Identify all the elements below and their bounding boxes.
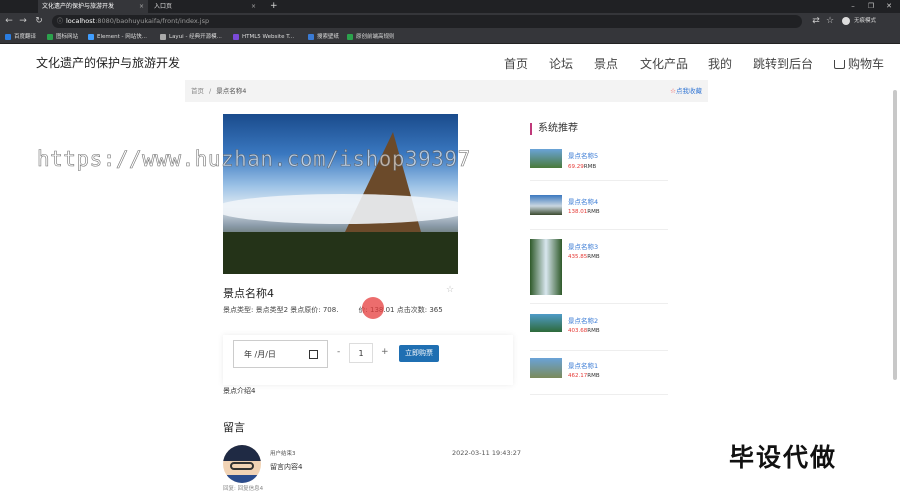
bookmark-item[interactable]: 搜索壁纸 [308,31,339,43]
incognito-profile[interactable]: 无痕模式 [840,15,890,27]
tab-entry-label: 入口页 [154,3,173,10]
nav-mine[interactable]: 我的 [708,55,732,72]
incognito-label: 无痕模式 [854,18,877,24]
tab-pinned[interactable] [0,0,18,13]
comment-text: 留言内容4 [270,463,303,471]
collect-button[interactable]: ☆点我收藏 [670,80,702,102]
attraction-image [223,114,458,274]
tab-site[interactable]: 文化遗产的保护与旅游开发 × [38,0,148,13]
recommend-title: 系统推荐 [530,123,578,135]
translate-icon[interactable]: ⇄ [810,13,822,30]
recommend-thumbnail [530,358,562,378]
nav-home[interactable]: 首页 [504,55,528,72]
nav-attractions[interactable]: 景点 [594,55,618,72]
close-window-button[interactable]: ✕ [882,0,896,13]
tab-pinned-2[interactable] [18,0,36,13]
bookmark-item[interactable]: HTML5 Website T... [233,31,294,43]
quantity-increase-button[interactable]: + [381,347,389,357]
mouse-cursor-highlight [362,297,384,319]
breadcrumb-home[interactable]: 首页 [191,87,204,95]
site-title[interactable]: 文化遗产的保护与旅游开发 [36,54,180,71]
recommend-price: 138.01RMB [568,209,600,215]
recommend-item[interactable]: 景点名称3 435.85RMB [530,236,668,304]
bookmark-item[interactable]: 百度翻译 [5,31,36,43]
cloud-shape [223,194,458,224]
recommend-item[interactable]: 景点名称5 69.29RMB [530,146,668,181]
collect-label: 点我收藏 [676,87,702,95]
date-placeholder: 年 /月/日 [244,350,276,359]
url-input[interactable]: ⓘ localhost:8080/baohuyukaifa/front/inde… [52,15,802,28]
recommend-thumbnail [530,239,562,295]
reload-icon[interactable]: ↻ [33,13,45,30]
date-input[interactable]: 年 /月/日 [233,340,328,368]
comment-time: 2022-03-11 19:43:27 [452,449,522,457]
nav-culture-products[interactable]: 文化产品 [640,55,688,72]
comment-user: 用户结束3 [270,451,296,457]
recommend-name[interactable]: 景点名称2 [568,315,598,325]
recommend-price: 69.29RMB [568,164,597,170]
recommend-price: 435.85RMB [568,254,600,260]
restore-button[interactable]: ❐ [864,0,878,13]
recommend-thumbnail [530,314,562,332]
bookmark-item[interactable]: Layui - 经典开源模... [160,31,222,43]
comments-title: 留言 [223,421,245,434]
comment-reply: 回复: 回复信息4 [223,486,264,492]
recommend-name[interactable]: 景点名称1 [568,360,598,370]
recommend-name[interactable]: 景点名称4 [568,196,598,206]
recommend-item[interactable]: 景点名称4 138.01RMB [530,190,668,230]
buy-ticket-button[interactable]: 立即购票 [399,345,439,362]
bookmark-item[interactable]: 原创前端高规则 [347,31,395,43]
foreground-shape [223,232,458,274]
back-arrow-icon[interactable]: ← [3,13,15,30]
breadcrumb-separator: / [209,87,212,95]
calendar-icon[interactable] [309,350,318,359]
attraction-info: 景点类型: 景点类型2 景点原价: 708. 价: 138.01 点击次数: 36… [223,305,449,315]
url-host: localhost [66,17,96,25]
info-icon[interactable]: ⓘ [57,15,63,28]
recommend-thumbnail [530,195,562,215]
avatar [223,445,261,483]
nav-cart-label: 购物车 [848,57,885,71]
recommend-price: 403.68RMB [568,328,600,334]
close-icon[interactable]: × [251,0,256,13]
nav-forum[interactable]: 论坛 [549,55,573,72]
corner-overlay-text: 毕设代做 [729,443,838,472]
favorite-star-icon[interactable]: ☆ [446,285,454,295]
watermark-text: https://www.huzhan.com/ishop39397 [37,147,471,172]
new-tab-button[interactable]: + [266,0,280,13]
quantity-decrease-button[interactable]: - [337,347,340,357]
recommend-price: 462.17RMB [568,373,600,379]
forward-arrow-icon[interactable]: → [17,13,29,30]
tab-entry[interactable]: 入口页 × [150,0,260,13]
page-scrollbar[interactable] [893,90,897,380]
incognito-icon [842,17,850,25]
cart-icon [834,60,845,69]
close-icon[interactable]: × [139,0,144,13]
tab-site-label: 文化遗产的保护与旅游开发 [42,3,115,10]
bookmark-item[interactable]: 图标网站 [47,31,78,43]
bookmark-item[interactable]: Element - 网站快... [88,31,147,43]
recommend-name[interactable]: 景点名称3 [568,241,598,251]
recommend-name[interactable]: 景点名称5 [568,150,598,160]
attraction-name: 景点名称4 [223,287,274,300]
breadcrumb-current: 景点名称4 [216,87,247,95]
minimize-button[interactable]: – [846,0,860,13]
url-path: :8080/baohuyukaifa/front/index.jsp [95,17,210,25]
breadcrumb: 首页 / 景点名称4 ☆点我收藏 [185,80,708,102]
bookmark-star-icon[interactable]: ☆ [824,13,836,30]
quantity-input[interactable]: 1 [349,343,373,363]
nav-admin[interactable]: 跳转到后台 [753,55,813,72]
attraction-info-part1: 景点类型: 景点类型2 景点原价: 708. [223,306,339,314]
recommend-item[interactable]: 景点名称2 403.68RMB [530,309,668,351]
attraction-intro: 景点介绍4 [223,387,256,395]
recommend-thumbnail [530,149,562,168]
nav-cart[interactable]: 购物车 [834,55,884,72]
recommend-item[interactable]: 景点名称1 462.17RMB [530,355,668,395]
